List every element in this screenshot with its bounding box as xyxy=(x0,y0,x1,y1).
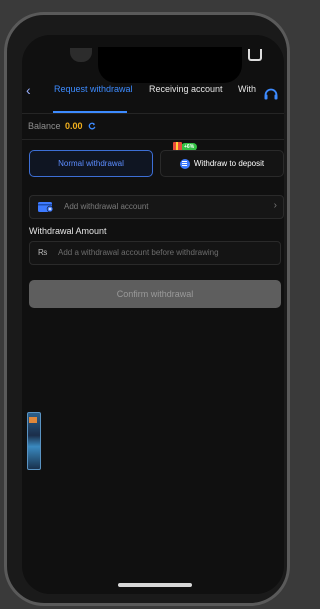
refresh-icon[interactable] xyxy=(88,122,96,130)
add-account-label: Add withdrawal account xyxy=(64,202,149,211)
status-indicator xyxy=(70,48,92,62)
currency-symbol: ₨ xyxy=(38,248,48,257)
normal-withdrawal-button[interactable]: Normal withdrawal xyxy=(29,150,153,177)
withdrawal-amount-label: Withdrawal Amount xyxy=(29,226,107,236)
add-withdrawal-account-button[interactable]: Add withdrawal account › xyxy=(29,195,284,219)
normal-withdrawal-label: Normal withdrawal xyxy=(58,159,124,168)
home-indicator[interactable] xyxy=(118,583,192,587)
phone-notch xyxy=(98,47,242,83)
chevron-right-icon: › xyxy=(273,200,277,211)
wallet-add-icon xyxy=(38,202,54,213)
balance-row: Balance 0.00 xyxy=(28,121,96,131)
chevron-left-icon[interactable]: ‹ xyxy=(26,82,31,98)
confirm-withdrawal-button[interactable]: Confirm withdrawal xyxy=(29,280,281,308)
balance-amount: 0.00 xyxy=(65,121,83,131)
balance-label: Balance xyxy=(28,121,61,131)
divider xyxy=(22,139,284,140)
app-screen: ‹ Request withdrawal Receiving account W… xyxy=(22,35,284,594)
deposit-icon xyxy=(179,158,190,169)
floating-promo-widget[interactable] xyxy=(27,412,41,470)
confirm-label: Confirm withdrawal xyxy=(116,289,194,299)
withdraw-to-deposit-button[interactable]: Withdraw to deposit xyxy=(160,150,284,177)
phone-frame: ‹ Request withdrawal Receiving account W… xyxy=(4,12,290,606)
withdraw-to-deposit-label: Withdraw to deposit xyxy=(193,159,265,168)
withdrawal-amount-input[interactable]: ₨ Add a withdrawal account before withdr… xyxy=(29,241,281,265)
headset-icon[interactable] xyxy=(263,86,279,102)
amount-placeholder: Add a withdrawal account before withdraw… xyxy=(58,248,219,257)
battery-icon xyxy=(248,49,262,61)
tab-request-withdrawal[interactable]: Request withdrawal xyxy=(54,84,133,94)
tab-receiving-account[interactable]: Receiving account xyxy=(149,84,223,94)
tab-withdrawal-records[interactable]: With xyxy=(238,84,256,94)
divider xyxy=(22,113,284,114)
